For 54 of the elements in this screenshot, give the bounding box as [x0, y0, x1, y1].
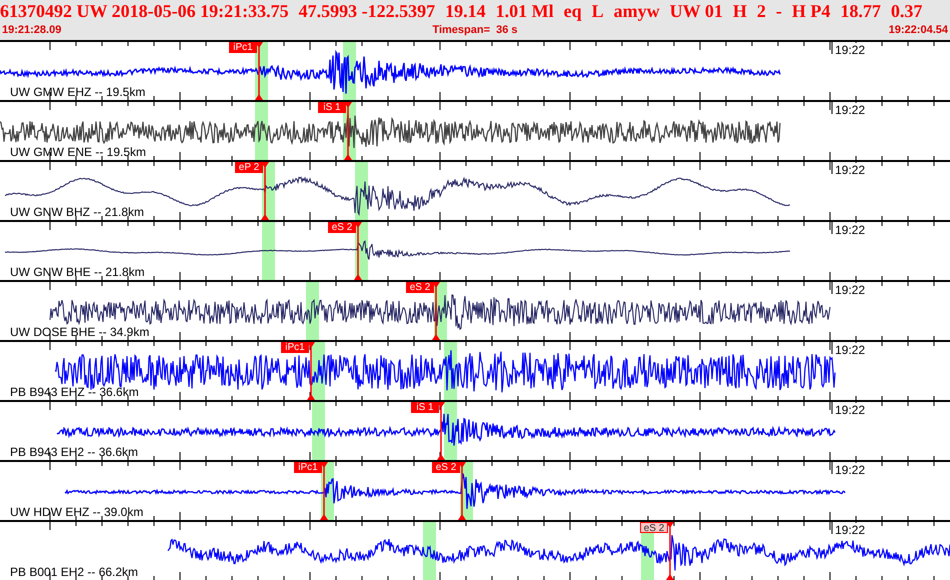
pick-marker[interactable] — [666, 522, 674, 580]
timespan: Timespan= 36 s — [432, 23, 518, 38]
trace-panel[interactable]: iS 1 19:22 PB B943 EH2 -- 36.6km — [0, 400, 950, 460]
event-field: H — [732, 0, 747, 22]
station-label: UW HDW EHZ -- 39.0km — [10, 505, 144, 519]
trace-panel[interactable]: iPc1 19:22 UW GMW EHZ -- 19.5km — [0, 40, 950, 100]
pick-marker[interactable] — [458, 462, 466, 520]
pick-marker[interactable] — [255, 42, 263, 100]
trace-panel[interactable]: eS 2 19:22 UW DOSE BHE -- 34.9km — [0, 280, 950, 340]
station-label: UW GMW ENE -- 19.5km — [10, 145, 146, 159]
time-label: 19:22 — [835, 43, 866, 57]
pick-flag[interactable]: eS 2 — [640, 522, 668, 533]
trace-panel[interactable]: iS 1 19:22 UW GMW ENE -- 19.5km — [0, 100, 950, 160]
time-label: 19:22 — [835, 223, 866, 237]
event-field: H P4 — [792, 0, 830, 22]
event-field: 1.01 Ml — [496, 0, 554, 22]
end-time: 19:22:04.54 — [888, 23, 948, 38]
time-label: 19:22 — [835, 403, 866, 417]
event-field: 47.5993 -122.5397 — [298, 0, 436, 22]
time-label: 19:22 — [835, 103, 866, 117]
time-label: 19:22 — [835, 343, 866, 357]
pick-marker[interactable] — [320, 462, 328, 520]
time-label: 19:22 — [835, 523, 866, 537]
pick-window — [262, 222, 275, 280]
station-label: PB B001 EH2 -- 66.2km — [10, 565, 138, 579]
pick-marker[interactable] — [261, 162, 269, 220]
station-label: UW GMW EHZ -- 19.5km — [10, 85, 146, 99]
time-label: 19:22 — [835, 463, 866, 477]
pick-window — [312, 402, 325, 460]
event-field: eq — [564, 0, 582, 22]
pick-marker[interactable] — [354, 222, 362, 280]
pick-marker[interactable] — [307, 342, 315, 400]
start-time: 19:21:28.09 — [2, 23, 62, 38]
trace-panel[interactable]: iPc1 19:22 PB B943 EHZ -- 36.6km — [0, 340, 950, 400]
event-field: 61370492 UW 2018-05-06 19:21:33.75 — [0, 0, 289, 22]
time-label: 19:22 — [835, 163, 866, 177]
pick-marker[interactable] — [432, 282, 440, 340]
event-field: 18.77 — [840, 0, 881, 22]
trace-panel[interactable]: iPc1 eS 2 19:22 UW HDW EHZ -- 39.0km — [0, 460, 950, 520]
event-field: L — [592, 0, 604, 22]
trace-panel[interactable]: eS 2 19:22 PB B001 EH2 -- 66.2km — [0, 520, 950, 580]
station-label: PB B943 EH2 -- 36.6km — [10, 445, 138, 459]
time-label: 19:22 — [835, 283, 866, 297]
event-field: 0.37 — [890, 0, 922, 22]
pick-marker[interactable] — [437, 402, 445, 460]
event-field: 2 — [756, 0, 766, 22]
station-label: PB B943 EHZ -- 36.6km — [10, 385, 139, 399]
pick-marker[interactable] — [344, 102, 352, 160]
event-field: 19.14 — [445, 0, 486, 22]
pick-window — [423, 522, 436, 580]
event-field: amyw — [614, 0, 660, 22]
event-field: - — [776, 0, 782, 22]
event-field: UW 01 — [670, 0, 723, 22]
station-label: UW DOSE BHE -- 34.9km — [10, 325, 150, 339]
